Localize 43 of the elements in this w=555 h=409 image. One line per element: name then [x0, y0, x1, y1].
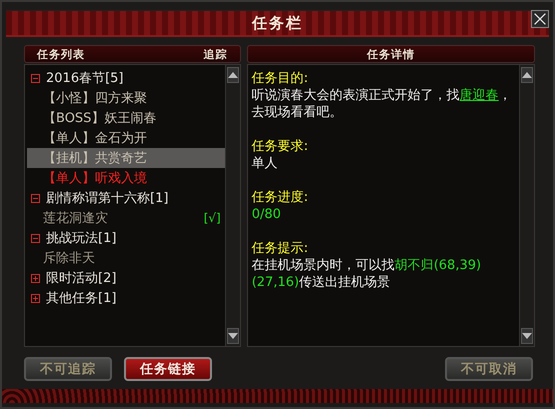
- header-label: 追踪: [204, 46, 228, 62]
- scrollbar[interactable]: [224, 65, 240, 346]
- quest-item[interactable]: 【小怪】四方来聚: [27, 88, 225, 108]
- scroll-down-button[interactable]: [521, 328, 533, 344]
- up-arrow-icon: [228, 72, 238, 78]
- expand-icon[interactable]: [31, 294, 40, 302]
- collapse-icon[interactable]: [31, 234, 40, 242]
- quest-group[interactable]: 限时活动[2]: [27, 268, 225, 288]
- quest-group[interactable]: 2016春节[5]: [27, 68, 225, 88]
- quest-item[interactable]: 【BOSS】妖王闹春: [27, 108, 225, 128]
- quest-item[interactable]: 【单人】金石为开: [27, 128, 225, 148]
- section-label: 任务目的:: [252, 70, 310, 87]
- scroll-down-button[interactable]: [226, 328, 239, 344]
- section-label: 任务要求:: [252, 138, 310, 155]
- section-text: 单人: [252, 155, 279, 172]
- expand-icon[interactable]: [31, 274, 40, 282]
- close-icon[interactable]: [531, 10, 549, 28]
- quest-group[interactable]: 剧情称谓第十六称[1]: [27, 188, 225, 208]
- down-arrow-icon: [228, 333, 238, 339]
- header-label: 任务列表: [37, 46, 85, 62]
- quest-item[interactable]: 莲花洞逢灾 [√]: [27, 208, 225, 228]
- action-button[interactable]: 任务链接: [124, 357, 212, 381]
- quest-item[interactable]: 【单人】听戏入境: [27, 168, 225, 188]
- collapse-icon[interactable]: [31, 194, 40, 202]
- quest-group[interactable]: 挑战玩法[1]: [27, 228, 225, 248]
- scrollbar[interactable]: [519, 65, 534, 346]
- window-title: 任务栏: [252, 14, 303, 32]
- npc-link[interactable]: 唐迎春: [460, 88, 499, 103]
- up-arrow-icon: [522, 72, 532, 78]
- quest-group[interactable]: 其他任务[1]: [27, 288, 225, 308]
- scroll-up-button[interactable]: [226, 67, 239, 83]
- section-text: 0/80: [252, 206, 282, 223]
- section-text: 听说演春大会的表演正式开始了，找唐迎春，去现场看看吧。: [252, 87, 513, 121]
- tracked-mark: [√]: [204, 211, 222, 225]
- header-label: 任务详情: [366, 46, 415, 62]
- quest-item[interactable]: 斥除非天: [27, 248, 225, 268]
- quest-item[interactable]: 【挂机】共赏奇艺: [27, 148, 225, 168]
- section-label: 任务进度:: [252, 189, 310, 206]
- section-label: 任务提示:: [252, 240, 310, 257]
- down-arrow-icon: [522, 333, 532, 339]
- collapse-icon[interactable]: [31, 74, 40, 82]
- scroll-up-button[interactable]: [521, 67, 533, 83]
- section-text: 在挂机场景内时，可以找胡不归(68,39)(27,16)传送出挂机场景: [252, 257, 482, 291]
